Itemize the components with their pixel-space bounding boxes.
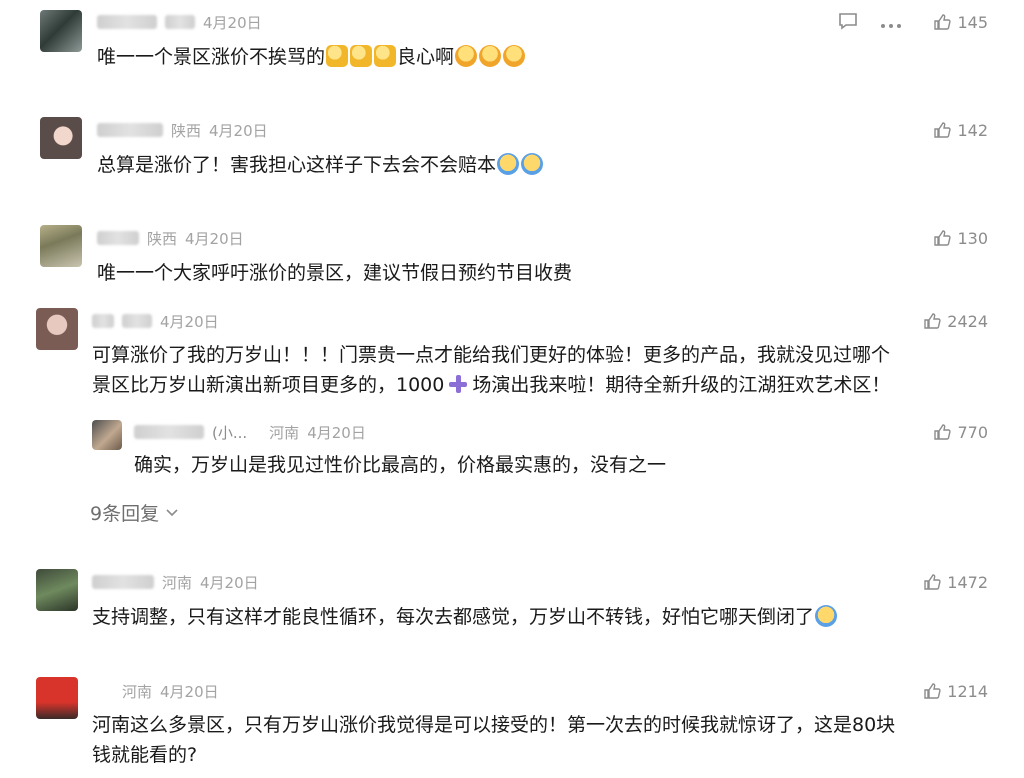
like-button[interactable]: 142 xyxy=(933,120,988,140)
username[interactable] xyxy=(97,15,157,29)
thumbs-up-icon xyxy=(934,14,952,30)
location-blurred xyxy=(165,15,195,29)
thumbs-up-icon xyxy=(934,424,952,440)
comment-text: 总算是涨价了！害我担心这样子下去会不会赔本 xyxy=(97,150,544,180)
like-button[interactable]: 145 xyxy=(933,12,988,32)
username[interactable] xyxy=(92,314,114,328)
cry-laugh-emoji-icon xyxy=(815,605,838,627)
like-count: 1472 xyxy=(947,572,988,592)
comment-date: 4月20日 xyxy=(209,121,268,140)
comment-text: 河南这么多景区，只有万岁山涨价我觉得是可以接受的！第一次去的时候我就惊讶了，这是… xyxy=(92,714,896,766)
avatar[interactable] xyxy=(36,308,78,350)
username[interactable] xyxy=(97,231,139,245)
like-count: 770 xyxy=(957,422,988,442)
comment-date: 4月20日 xyxy=(200,573,259,592)
like-button[interactable]: 1472 xyxy=(923,572,988,592)
laugh-emoji-icon xyxy=(455,45,478,67)
like-button[interactable]: 2424 xyxy=(923,311,988,331)
cry-laugh-emoji-icon xyxy=(521,153,544,175)
comment-date: 4月20日 xyxy=(160,312,219,331)
avatar[interactable] xyxy=(92,420,122,450)
avatar[interactable] xyxy=(40,117,82,159)
like-count: 130 xyxy=(957,228,988,248)
thumbs-up-emoji-icon xyxy=(374,45,397,67)
chevron-down-icon xyxy=(166,508,178,516)
thumbs-up-emoji-icon xyxy=(326,45,349,67)
avatar[interactable] xyxy=(40,10,82,52)
comment-date: 4月20日 xyxy=(160,682,219,701)
comment-location: 河南 xyxy=(269,423,300,442)
laugh-emoji-icon xyxy=(479,45,502,67)
username[interactable] xyxy=(92,575,154,589)
comment-meta: 4月20日 xyxy=(97,12,262,32)
like-button[interactable]: 130 xyxy=(933,228,988,248)
thumbs-up-emoji-icon xyxy=(350,45,373,67)
laugh-emoji-icon xyxy=(503,45,526,67)
comment-location: 陕西 xyxy=(171,121,202,140)
reply-meta: (小... 河南 4月20日 xyxy=(134,422,366,442)
more-icon[interactable] xyxy=(880,14,902,33)
username-suffix: (小... xyxy=(212,423,248,442)
comment-actions xyxy=(838,12,902,34)
more-replies-link[interactable]: 9条回复 xyxy=(90,499,179,526)
username[interactable] xyxy=(134,425,204,439)
avatar[interactable] xyxy=(36,569,78,611)
comment-text: 可算涨价了我的万岁山！！！门票贵一点才能给我们更好的体验！更多的产品，我就没见过… xyxy=(92,344,891,396)
like-button[interactable]: 770 xyxy=(933,422,988,442)
comment-text: 唯一一个景区涨价不挨骂的 良心啊 xyxy=(97,42,526,72)
avatar[interactable] xyxy=(40,225,82,267)
comment-meta: 4月20日 xyxy=(92,311,219,331)
comment-meta: 河南 4月20日 xyxy=(122,681,219,701)
comment-meta: 河南 4月20日 xyxy=(92,572,259,592)
comment-location: 河南 xyxy=(162,573,193,592)
thumbs-up-icon xyxy=(924,313,941,329)
avatar[interactable] xyxy=(36,677,78,719)
like-count: 142 xyxy=(957,120,988,140)
like-count: 2424 xyxy=(947,311,988,331)
comment-location: 河南 xyxy=(122,682,153,701)
comment-icon[interactable] xyxy=(838,12,858,34)
comment-text: 唯一一个大家呼吁涨价的景区，建议节假日预约节目收费 xyxy=(97,262,573,284)
thumbs-up-icon xyxy=(924,574,941,590)
like-count: 145 xyxy=(957,12,988,32)
thumbs-up-icon xyxy=(934,230,952,246)
plus-emoji-icon xyxy=(448,374,468,394)
comment-meta: 陕西 4月20日 xyxy=(97,228,244,248)
like-count: 1214 xyxy=(947,681,988,701)
thumbs-up-icon xyxy=(924,683,941,699)
comment-date: 4月20日 xyxy=(307,423,366,442)
like-button[interactable]: 1214 xyxy=(923,681,988,701)
comment-date: 4月20日 xyxy=(185,229,244,248)
cry-laugh-emoji-icon xyxy=(497,153,520,175)
comment-date: 4月20日 xyxy=(203,13,262,32)
comment-meta: 陕西 4月20日 xyxy=(97,120,268,140)
reply-text: 确实，万岁山是我见过性价比最高的，价格最实惠的，没有之一 xyxy=(134,454,667,476)
location-blurred xyxy=(122,314,152,328)
comment-location: 陕西 xyxy=(147,229,178,248)
thumbs-up-icon xyxy=(934,122,952,138)
username[interactable] xyxy=(97,123,163,137)
comment-text: 支持调整，只有这样才能良性循环，每次去都感觉，万岁山不转钱，好怕它哪天倒闭了 xyxy=(92,602,838,632)
